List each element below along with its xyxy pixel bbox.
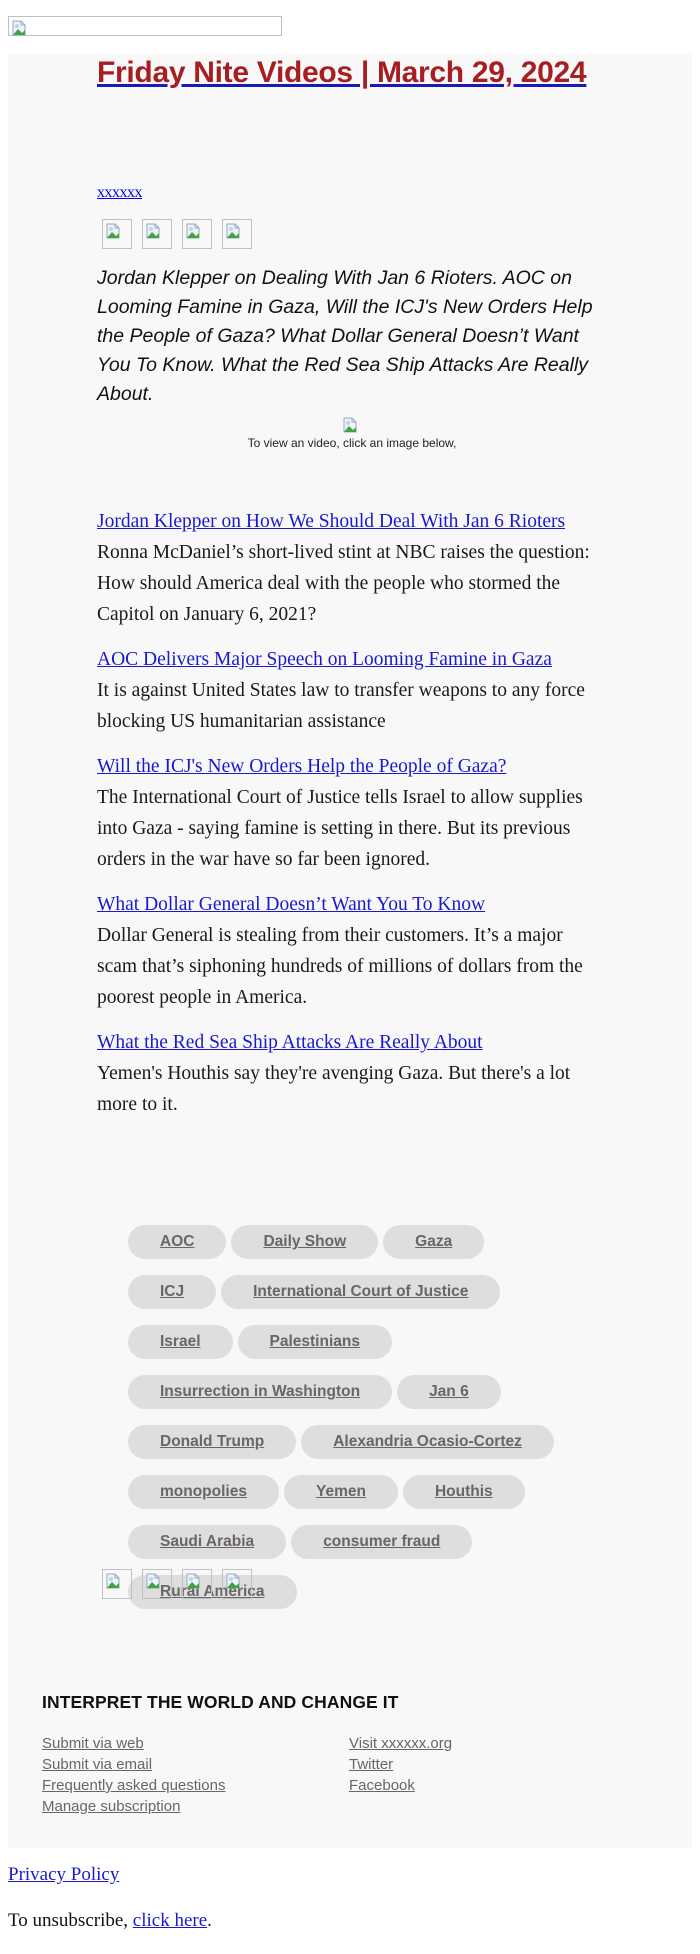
story-title-link[interactable]: Jordan Klepper on How We Should Deal Wit… — [97, 511, 565, 532]
brand-link[interactable]: xxxxxx — [97, 184, 143, 202]
tag-list: AOC Daily Show Gaza ICJ International Co… — [128, 1225, 578, 1609]
tag-monopolies[interactable]: monopolies — [128, 1475, 279, 1509]
tag-icj[interactable]: ICJ — [128, 1275, 217, 1309]
story-title-link[interactable]: What the Red Sea Ship Attacks Are Really… — [97, 1032, 483, 1053]
broken-image-icon — [12, 20, 26, 36]
unsubscribe-prefix: To unsubscribe, — [8, 1910, 133, 1931]
footer-heading: INTERPRET THE WORLD AND CHANGE IT — [42, 1692, 399, 1712]
submit-via-web-link[interactable]: Submit via web — [42, 1733, 349, 1754]
tag-insurrection-in-washington[interactable]: Insurrection in Washington — [128, 1375, 393, 1409]
social-link-4[interactable] — [222, 1569, 252, 1599]
broken-image-icon — [146, 1573, 160, 1589]
story-description: Ronna McDaniel’s short-lived stint at NB… — [97, 542, 590, 625]
tag-israel[interactable]: Israel — [128, 1325, 233, 1359]
story-item: What the Red Sea Ship Attacks Are Really… — [97, 1027, 607, 1120]
social-link-1[interactable] — [102, 1569, 132, 1599]
submit-via-email-link[interactable]: Submit via email — [42, 1754, 349, 1775]
story-title-link[interactable]: What Dollar General Doesn’t Want You To … — [97, 894, 485, 915]
tag-international-court-of-justice[interactable]: International Court of Justice — [221, 1275, 501, 1309]
story-item: Jordan Klepper on How We Should Deal Wit… — [97, 506, 607, 630]
footer-links: Submit via web Submit via email Frequent… — [42, 1733, 656, 1817]
story-item: What Dollar General Doesn’t Want You To … — [97, 889, 607, 1013]
video-hint: To view an video, click an image below, — [97, 420, 607, 450]
story-title-link[interactable]: AOC Delivers Major Speech on Looming Fam… — [97, 649, 552, 670]
privacy-policy-link[interactable]: Privacy Policy — [8, 1864, 119, 1886]
tag-aoc[interactable]: AOC — [128, 1225, 227, 1259]
broken-image-icon — [226, 223, 240, 239]
tag-jan-6[interactable]: Jan 6 — [397, 1375, 501, 1409]
unsubscribe-suffix: . — [207, 1910, 212, 1931]
unsubscribe-line: To unsubscribe, click here. — [8, 1910, 212, 1932]
story-description: Yemen's Houthis say they're avenging Gaz… — [97, 1063, 571, 1115]
manage-subscription-link[interactable]: Manage subscription — [42, 1796, 349, 1817]
broken-image-icon — [226, 1573, 240, 1589]
story-description: Dollar General is stealing from their cu… — [97, 925, 583, 1008]
social-link-2[interactable] — [142, 1569, 172, 1599]
tag-donald-trump[interactable]: Donald Trump — [128, 1425, 297, 1459]
tag-saudi-arabia[interactable]: Saudi Arabia — [128, 1525, 287, 1559]
tag-consumer-fraud[interactable]: consumer fraud — [291, 1525, 473, 1559]
footer-column-right: Visit xxxxxx.org Twitter Facebook — [349, 1733, 656, 1817]
broken-image-icon — [186, 1573, 200, 1589]
social-link-2[interactable] — [142, 219, 172, 249]
faq-link[interactable]: Frequently asked questions — [42, 1775, 349, 1796]
video-hint-image[interactable] — [343, 417, 361, 433]
broken-image-icon — [106, 223, 120, 239]
social-link-4[interactable] — [222, 219, 252, 249]
video-hint-text: To view an video, click an image below, — [247, 436, 457, 450]
header-logo-image[interactable] — [8, 16, 282, 36]
tag-daily-show[interactable]: Daily Show — [231, 1225, 379, 1259]
story-item: AOC Delivers Major Speech on Looming Fam… — [97, 644, 607, 737]
tag-palestinians[interactable]: Palestinians — [237, 1325, 392, 1359]
story-list: Jordan Klepper on How We Should Deal Wit… — [97, 506, 607, 1134]
intro-summary: Jordan Klepper on Dealing With Jan 6 Rio… — [97, 267, 593, 405]
story-title-link[interactable]: Will the ICJ's New Orders Help the Peopl… — [97, 756, 506, 777]
tag-alexandria-ocasio-cortez[interactable]: Alexandria Ocasio-Cortez — [301, 1425, 554, 1459]
page-title: Friday Nite Videos | March 29, 2024 — [97, 54, 607, 91]
unsubscribe-link[interactable]: click here — [133, 1910, 207, 1931]
broken-image-icon — [343, 417, 357, 433]
story-description: It is against United States law to trans… — [97, 680, 585, 732]
social-icons-bottom — [102, 1569, 252, 1599]
newsletter-title-link[interactable]: Friday Nite Videos | March 29, 2024 — [97, 56, 587, 89]
facebook-link[interactable]: Facebook — [349, 1775, 656, 1796]
tag-gaza[interactable]: Gaza — [383, 1225, 485, 1259]
footer-column-left: Submit via web Submit via email Frequent… — [42, 1733, 349, 1817]
social-icons-top — [102, 219, 252, 249]
story-description: The International Court of Justice tells… — [97, 787, 583, 870]
broken-image-icon — [186, 223, 200, 239]
social-link-1[interactable] — [102, 219, 132, 249]
broken-image-icon — [106, 1573, 120, 1589]
broken-image-icon — [146, 223, 160, 239]
twitter-link[interactable]: Twitter — [349, 1754, 656, 1775]
visit-site-link[interactable]: Visit xxxxxx.org — [349, 1733, 656, 1754]
tag-houthis[interactable]: Houthis — [402, 1475, 525, 1509]
social-link-3[interactable] — [182, 1569, 212, 1599]
story-item: Will the ICJ's New Orders Help the Peopl… — [97, 751, 607, 875]
social-link-3[interactable] — [182, 219, 212, 249]
tag-yemen[interactable]: Yemen — [283, 1475, 398, 1509]
